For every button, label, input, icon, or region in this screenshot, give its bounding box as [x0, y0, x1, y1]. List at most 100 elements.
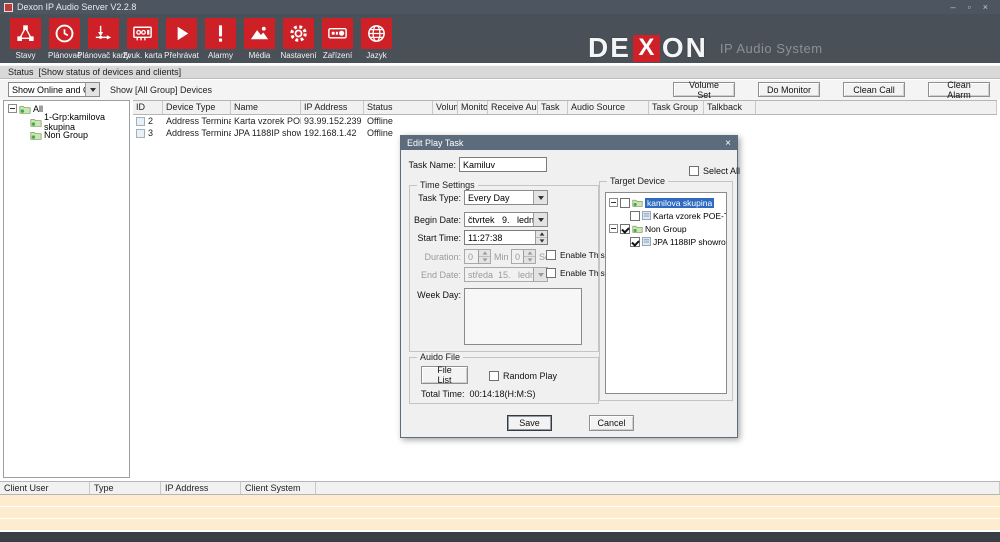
- duration-enable-checkbox[interactable]: Enable This: [546, 250, 605, 260]
- start-time-label: Start Time:: [401, 233, 461, 243]
- select-all-checkbox[interactable]: Select All: [689, 166, 740, 176]
- column-header[interactable]: Task: [538, 101, 568, 114]
- toolbar-label: Zařízení: [323, 51, 352, 60]
- volume-set-button[interactable]: Volume Set: [673, 82, 735, 97]
- toolbar-item-stavy[interactable]: Stavy: [6, 14, 45, 60]
- column-header[interactable]: Audio Source: [568, 101, 649, 114]
- cell-status: Offline: [364, 115, 433, 127]
- column-header[interactable]: IP Address: [161, 482, 241, 494]
- column-header[interactable]: Task Group: [649, 101, 704, 114]
- card-scheduler-icon: [88, 18, 119, 49]
- end-date-label: End Date:: [401, 270, 461, 280]
- toolbar-label: Média: [249, 51, 271, 60]
- terminal-icon: [136, 129, 145, 138]
- column-header[interactable]: Device Type: [163, 101, 231, 114]
- toolbar-label: Alarmy: [208, 51, 233, 60]
- random-play-checkbox[interactable]: Random Play: [489, 371, 557, 381]
- column-header[interactable]: Name: [231, 101, 301, 114]
- cell-id: 2: [148, 116, 153, 126]
- client-table-header[interactable]: Client User Type IP Address Client Syste…: [0, 481, 1000, 495]
- time-settings-legend: Time Settings: [417, 180, 478, 190]
- online-filter-select[interactable]: Show Online and Offline: [8, 82, 100, 97]
- target-tree-item-jpa-showroom[interactable]: JPA 1188IP showroom: [606, 235, 726, 248]
- column-header[interactable]: Status: [364, 101, 433, 114]
- logo-x-red-square: X: [633, 35, 660, 62]
- column-header[interactable]: IP Address: [301, 101, 364, 114]
- checkbox-icon[interactable]: [620, 198, 630, 208]
- dropdown-arrow-icon[interactable]: [85, 83, 99, 96]
- toolbar-item-zarizeni[interactable]: Zařízení: [318, 14, 357, 60]
- toolbar-item-media[interactable]: Média: [240, 14, 279, 60]
- toolbar-item-prehravat[interactable]: Přehrávat: [162, 14, 201, 60]
- column-header[interactable]: Type: [90, 482, 161, 494]
- begin-date-value: čtvrtek 9. ledna 20: [465, 215, 533, 225]
- do-monitor-button[interactable]: Do Monitor: [758, 82, 820, 97]
- checkbox-icon[interactable]: [689, 166, 699, 176]
- clean-call-button[interactable]: Clean Call: [843, 82, 905, 97]
- settings-gear-icon: [283, 18, 314, 49]
- toolbar-item-jazyk[interactable]: Jazyk: [357, 14, 396, 60]
- task-type-value: Every Day: [465, 193, 533, 203]
- dialog-close-icon[interactable]: ×: [725, 138, 731, 149]
- window-title: Dexon IP Audio Server V2.2.8: [17, 2, 136, 12]
- checkbox-checked-icon[interactable]: [620, 224, 630, 234]
- checkbox-icon[interactable]: [546, 268, 556, 278]
- column-header[interactable]: Volume: [433, 101, 458, 114]
- devices-icon: [322, 18, 353, 49]
- dialog-titlebar[interactable]: Edit Play Task ×: [401, 136, 737, 150]
- target-device-tree[interactable]: kamilova skupina Karta vzorek POE-T2 Non…: [605, 192, 727, 394]
- cell-ip: 192.168.1.42: [301, 127, 364, 139]
- column-header[interactable]: Receive Audio: [488, 101, 538, 114]
- toolbar-item-alarmy[interactable]: Alarmy: [201, 14, 240, 60]
- clean-alarm-button[interactable]: Clean Alarm: [928, 82, 990, 97]
- target-tree-item-kamilova-skupina[interactable]: kamilova skupina: [606, 196, 726, 209]
- checkbox-checked-icon[interactable]: [630, 237, 640, 247]
- file-list-button[interactable]: File List: [421, 366, 468, 384]
- column-header-filler: [756, 101, 997, 114]
- toolbar-item-nastaveni[interactable]: Nastavení: [279, 14, 318, 60]
- tree-item-kamilova-skupina[interactable]: 1-Grp:kamilova skupina: [4, 116, 129, 127]
- checkbox-icon[interactable]: [489, 371, 499, 381]
- minimize-button[interactable]: –: [951, 2, 956, 12]
- toolbar-label: Přehrávat: [164, 51, 199, 60]
- close-button[interactable]: ×: [983, 2, 988, 12]
- logo-on: ON: [662, 34, 708, 62]
- target-device-legend: Target Device: [607, 176, 668, 186]
- tree-expander-icon[interactable]: [8, 104, 17, 113]
- cancel-button[interactable]: Cancel: [589, 415, 634, 431]
- toolbar-item-zvuk-karta[interactable]: Zvuk. karta: [123, 14, 162, 60]
- end-date-value: středa 15. ledna 20: [465, 270, 533, 280]
- device-table-header[interactable]: ID Device Type Name IP Address Status Vo…: [133, 101, 997, 115]
- column-header[interactable]: ID: [133, 101, 163, 114]
- column-header[interactable]: Client System: [241, 482, 316, 494]
- begin-date-picker[interactable]: čtvrtek 9. ledna 20: [464, 212, 548, 227]
- task-name-input[interactable]: Kamiluv: [459, 157, 547, 172]
- device-row[interactable]: 2 Address Terminal Karta vzorek POE-T2 9…: [133, 115, 997, 127]
- target-tree-item-karta-vzorek[interactable]: Karta vzorek POE-T2: [606, 209, 726, 222]
- end-date-enable-checkbox[interactable]: Enable This: [546, 268, 605, 278]
- language-globe-icon: [361, 18, 392, 49]
- dropdown-arrow-icon[interactable]: [533, 213, 547, 226]
- start-time-spinner[interactable]: 11:27:38: [464, 230, 548, 245]
- tree-item-label: Non Group: [645, 224, 687, 234]
- target-tree-item-non-group[interactable]: Non Group: [606, 222, 726, 235]
- tree-expander-icon[interactable]: [609, 224, 618, 233]
- toolbar-item-planovac-karty[interactable]: Plánovač karty: [84, 14, 123, 60]
- week-day-listbox[interactable]: [464, 288, 582, 345]
- start-time-value: 11:27:38: [465, 231, 535, 244]
- toolbar-label: Stavy: [15, 51, 35, 60]
- column-header[interactable]: Talkback: [704, 101, 756, 114]
- column-header[interactable]: Client User: [0, 482, 90, 494]
- maximize-button[interactable]: ▫: [968, 2, 971, 12]
- tree-expander-icon[interactable]: [609, 198, 618, 207]
- task-type-select[interactable]: Every Day: [464, 190, 548, 205]
- task-name-label: Task Name:: [401, 160, 456, 170]
- select-all-label: Select All: [703, 166, 740, 176]
- column-header[interactable]: Monitor: [458, 101, 488, 114]
- toolbar-label: Jazyk: [366, 51, 386, 60]
- checkbox-icon[interactable]: [546, 250, 556, 260]
- save-button[interactable]: Save: [507, 415, 552, 431]
- spin-down-icon[interactable]: [536, 237, 547, 244]
- checkbox-icon[interactable]: [630, 211, 640, 221]
- dropdown-arrow-icon[interactable]: [533, 191, 547, 204]
